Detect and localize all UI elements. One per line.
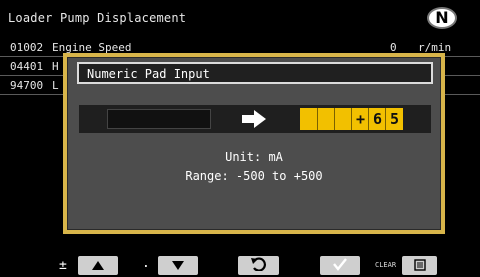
right-arrow-icon [239,109,269,129]
check-icon [332,256,348,275]
row-name: L [52,79,59,92]
digit-cell: 5 [385,108,403,130]
page-title: Loader Pump Displacement [8,11,187,25]
plus-minus-label: ± [59,258,67,273]
bottom-toolbar: ± . CLEAR [0,246,480,277]
digit-cell [300,108,317,130]
dialog-title: Numeric Pad Input [87,67,210,81]
decrement-button[interactable] [158,256,198,275]
entry-field[interactable] [107,109,211,129]
screen: Loader Pump Displacement N 01002 Engine … [0,0,480,277]
undo-icon [250,256,268,275]
entry-strip: + 6 5 [79,105,431,133]
confirm-button[interactable] [320,256,360,275]
up-triangle-icon [91,256,105,275]
clear-button[interactable] [402,256,437,275]
increment-button[interactable] [78,256,118,275]
clear-icon [413,256,427,275]
row-name: H [52,60,59,73]
title-bar: Loader Pump Displacement N [0,0,480,38]
digit-cell: + [351,108,369,130]
unit-label: Unit: mA [225,150,283,164]
digit-cell: 6 [368,108,386,130]
row-code: 94700 [10,79,44,92]
undo-button[interactable] [238,256,279,275]
digit-cell [317,108,335,130]
clear-label: CLEAR [375,261,397,269]
digit-cell [334,108,352,130]
row-code: 04401 [10,60,44,73]
range-label: Range: -500 to +500 [185,169,323,183]
decimal-point-label: . [142,256,150,271]
neutral-gear-badge: N [427,7,457,29]
dialog-title-box: Numeric Pad Input [77,62,433,84]
row-code: 01002 [10,41,44,54]
numeric-pad-dialog: Numeric Pad Input + 6 5 Unit: mA Range: … [63,53,445,234]
down-triangle-icon [171,256,185,275]
